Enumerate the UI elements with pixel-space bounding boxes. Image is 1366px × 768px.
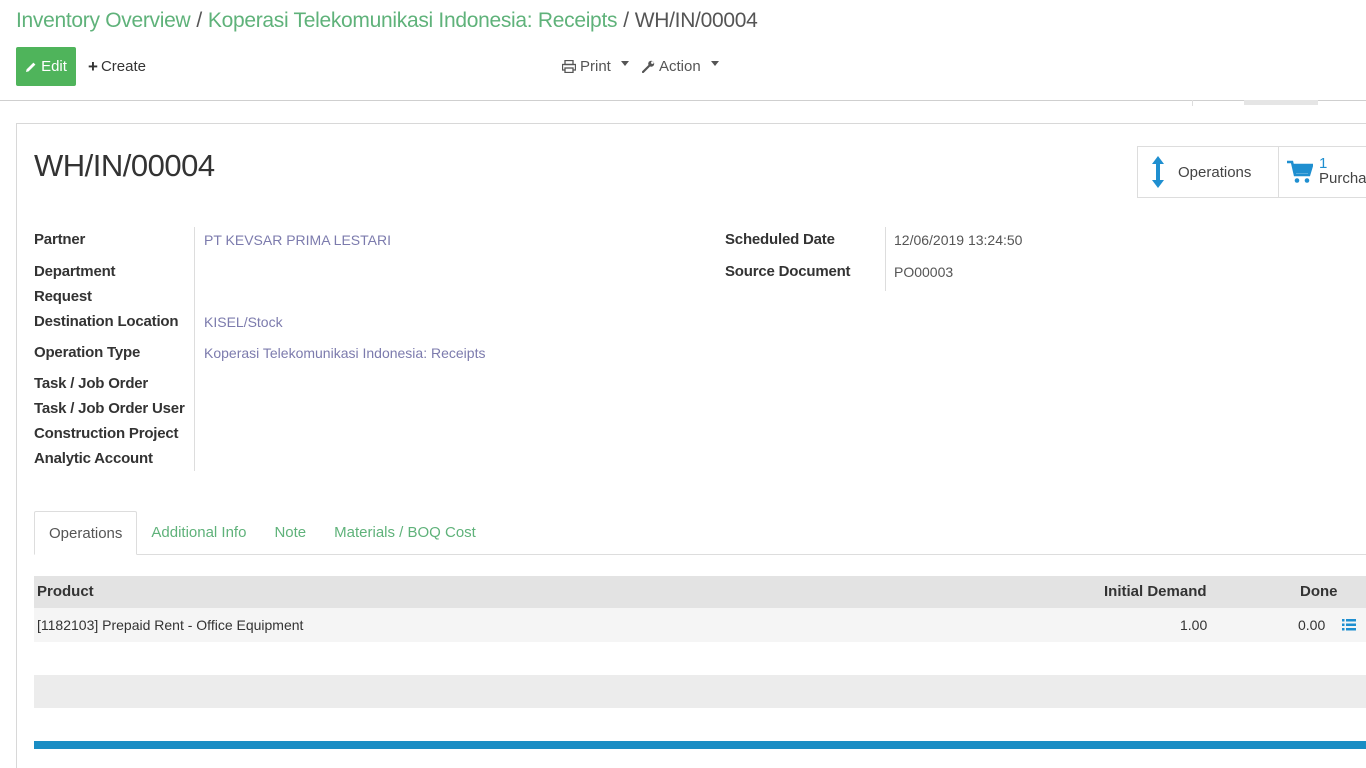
field-divider — [194, 227, 195, 471]
action-dropdown[interactable]: Action — [642, 47, 719, 86]
plus-icon: + — [88, 56, 98, 76]
row-initial-demand: 1.00 — [1180, 617, 1208, 633]
purchase-count: 1 — [1319, 155, 1328, 172]
pager-button[interactable] — [1244, 100, 1318, 105]
wrench-icon — [642, 60, 655, 73]
source-document-value: PO00003 — [894, 264, 954, 280]
arrows-vertical-icon — [1152, 156, 1164, 188]
breadcrumb-current: WH/IN/00004 — [634, 9, 758, 32]
source-document-label: Source Document — [725, 263, 851, 280]
task-job-order-user-label: Task / Job Order User — [34, 400, 185, 417]
scheduled-date-label: Scheduled Date — [725, 231, 835, 248]
smart-button-box: Operations 1 Purcha — [1137, 146, 1366, 198]
purchase-smart-button[interactable]: 1 Purcha — [1279, 147, 1366, 197]
column-header-done[interactable]: Done — [1300, 583, 1338, 600]
caret-down-icon — [710, 61, 719, 66]
tab-additional-info[interactable]: Additional Info — [137, 511, 260, 554]
detailed-operations-list-icon[interactable] — [1342, 619, 1356, 631]
operations-smart-button[interactable]: Operations — [1138, 147, 1279, 197]
column-header-initial-demand[interactable]: Initial Demand — [1104, 583, 1207, 600]
row-done: 0.00 — [1298, 617, 1326, 633]
operation-type-value[interactable]: Koperasi Telekomunikasi Indonesia: Recei… — [204, 345, 485, 361]
table-footer-row — [34, 675, 1366, 708]
breadcrumb-receipts[interactable]: Koperasi Telekomunikasi Indonesia: Recei… — [208, 9, 618, 32]
caret-down-icon — [620, 61, 629, 66]
breadcrumb-separator: / — [623, 9, 629, 32]
table-row[interactable]: [1182103] Prepaid Rent - Office Equipmen… — [34, 608, 1366, 642]
breadcrumb-separator: / — [196, 9, 202, 32]
print-dropdown[interactable]: Print — [562, 47, 629, 86]
pencil-icon — [26, 62, 36, 72]
control-panel: Inventory Overview / Koperasi Telekomunika… — [0, 0, 1366, 101]
destination-location-label: Destination Location — [34, 313, 179, 330]
breadcrumb-inventory-overview[interactable]: Inventory Overview — [16, 9, 191, 32]
column-header-product[interactable]: Product — [37, 583, 94, 600]
scheduled-date-value: 12/06/2019 13:24:50 — [894, 232, 1023, 248]
operation-type-label: Operation Type — [34, 344, 141, 361]
field-divider — [885, 227, 886, 291]
task-job-order-label: Task / Job Order — [34, 375, 149, 392]
department-label-request: Request — [34, 288, 92, 305]
partner-value[interactable]: PT KEVSAR PRIMA LESTARI — [204, 232, 391, 248]
create-button-label: Create — [100, 58, 146, 75]
operations-smart-button-label: Operations — [1178, 163, 1252, 181]
notebook-tabs: Operations Additional Info Note Material… — [34, 511, 490, 555]
department-label: Department — [34, 263, 116, 280]
tab-materials-boq-cost[interactable]: Materials / BOQ Cost — [320, 511, 490, 554]
construction-project-label: Construction Project — [34, 425, 179, 442]
shopping-cart-icon — [1287, 160, 1313, 183]
partner-label: Partner — [34, 231, 86, 248]
printer-icon — [562, 60, 576, 73]
form-sheet — [16, 123, 1366, 768]
create-button[interactable]: + Create — [88, 47, 146, 86]
analytic-account-label: Analytic Account — [34, 450, 153, 467]
destination-location-value[interactable]: KISEL/Stock — [204, 314, 283, 330]
action-label: Action — [659, 58, 701, 75]
edit-button-label: Edit — [41, 58, 67, 75]
tab-operations[interactable]: Operations — [34, 511, 138, 555]
pager-divider — [1192, 100, 1193, 106]
tab-note[interactable]: Note — [260, 511, 320, 554]
edit-button[interactable]: Edit — [16, 47, 76, 86]
breadcrumb: Inventory Overview / Koperasi Telekomunika… — [16, 9, 758, 33]
purchase-smart-button-label: Purcha — [1319, 170, 1366, 187]
print-label: Print — [580, 58, 611, 75]
chatter-separator-bar — [34, 741, 1366, 749]
table-header: Product Initial Demand Done — [34, 576, 1366, 608]
page-title: WH/IN/00004 — [34, 148, 215, 183]
row-product: [1182103] Prepaid Rent - Office Equipmen… — [37, 617, 304, 633]
